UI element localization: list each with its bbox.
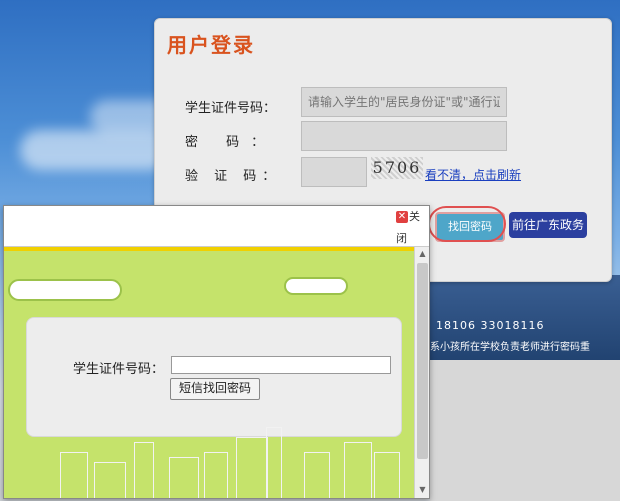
student-id-input[interactable] (301, 87, 507, 117)
popup-close-label[interactable]: 关 (409, 208, 420, 224)
building-outline (236, 437, 268, 498)
popup-close-label-2[interactable]: 闭 (396, 230, 407, 246)
building-outline (344, 442, 372, 498)
highlight-ring (428, 206, 506, 242)
captcha-image[interactable]: 5706 (371, 157, 423, 179)
scroll-down-icon[interactable]: ▼ (415, 483, 429, 497)
contact-phone-text: 18106 33018116 (436, 319, 545, 332)
sms-recover-button[interactable]: 短信找回密码 (170, 378, 260, 400)
scroll-thumb[interactable] (417, 263, 428, 459)
cloud-decoration (8, 279, 122, 301)
building-outline (266, 427, 282, 498)
notice-text: 系小孩所在学校负责老师进行密码重 (430, 342, 590, 353)
scroll-up-icon[interactable]: ▲ (415, 247, 429, 261)
popup-accent-bar (4, 247, 414, 251)
close-icon[interactable]: ✕ (396, 211, 408, 223)
cloud-decoration (284, 277, 348, 295)
building-outline (204, 452, 228, 498)
login-title: 用户登录 (167, 33, 255, 57)
refresh-captcha-link[interactable]: 看不清，点击刷新 (425, 166, 521, 183)
popup-student-id-label: 学生证件号码： (73, 362, 165, 377)
sms-recovery-card: 学生证件号码： 短信找回密码 (26, 317, 402, 437)
building-outline (169, 457, 199, 498)
go-gd-gov-button[interactable]: 前往广东政务 (509, 212, 587, 238)
find-password-popup: ✕ 关 闭 学生证件号码： 短信找回密码 ▲ ▼ (3, 205, 430, 499)
password-input[interactable] (301, 121, 507, 151)
building-outline (304, 452, 330, 498)
building-outline (374, 452, 400, 498)
captcha-input[interactable] (301, 157, 367, 187)
sky-cloud-left (20, 130, 170, 170)
building-outline (94, 462, 126, 498)
popup-student-id-input[interactable] (171, 356, 391, 374)
building-outline (134, 442, 154, 498)
popup-body: 学生证件号码： 短信找回密码 (4, 247, 414, 498)
student-id-label: 学生证件号码： (185, 101, 277, 116)
password-label: 密 码： (185, 135, 277, 150)
popup-scrollbar[interactable]: ▲ ▼ (414, 247, 429, 498)
building-outline (60, 452, 88, 498)
captcha-label: 验 证 码： (185, 169, 282, 184)
lower-background (430, 360, 620, 501)
popup-titlebar (4, 206, 429, 228)
